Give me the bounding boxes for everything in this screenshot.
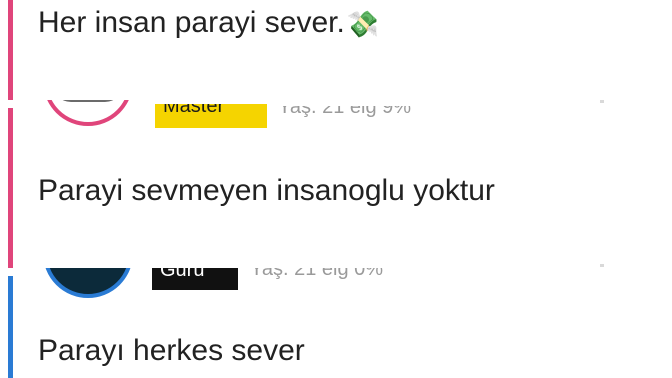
comment-text: Parayi sevmeyen insanoglu yoktur [38, 174, 495, 207]
avatar[interactable] [43, 268, 133, 298]
money-with-wings-icon: 💸 [346, 9, 380, 40]
thread-line-pink [8, 108, 13, 268]
author-badge[interactable]: Master [155, 104, 267, 128]
comment-text: Her insan parayi sever.💸 [38, 6, 380, 40]
comment-meta: Yaş. 21 eig 0% [250, 258, 384, 280]
avatar-image [77, 86, 87, 100]
avatar[interactable] [43, 86, 133, 126]
comment-text: Parayı herkes sever [38, 334, 305, 367]
more-options-icon[interactable] [600, 264, 604, 267]
comment-meta: Yaş. 21 eig 9% [278, 96, 412, 118]
thread-line-pink [8, 0, 13, 100]
more-options-icon[interactable] [600, 100, 604, 103]
avatar-image [53, 100, 123, 102]
author-badge[interactable]: Guru [152, 268, 238, 290]
thread-line-blue [8, 276, 13, 378]
